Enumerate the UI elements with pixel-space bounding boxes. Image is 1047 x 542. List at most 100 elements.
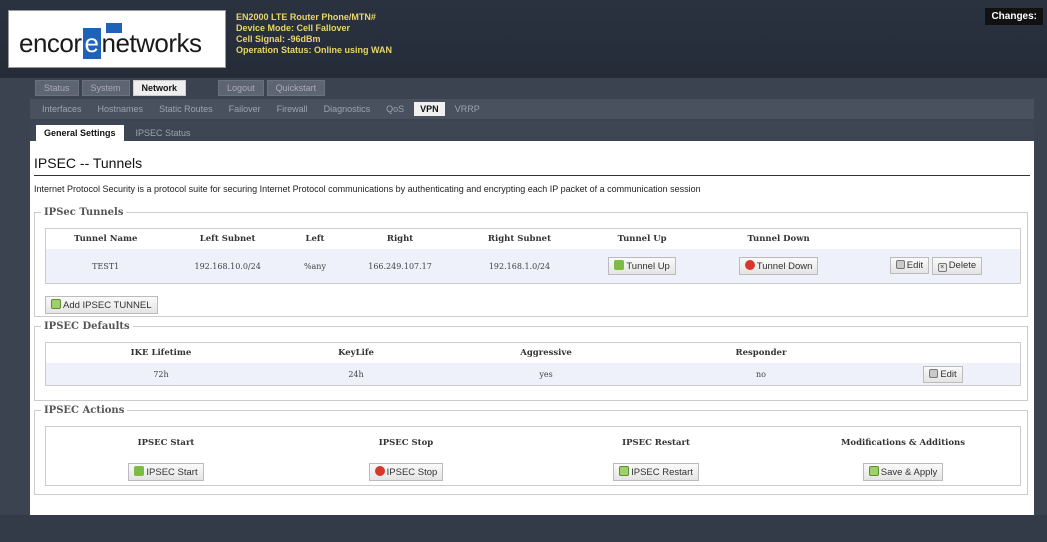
col-left: Left [305, 234, 325, 244]
delete-tunnel-button[interactable]: × Delete [931, 257, 983, 275]
table-header-row: IPSEC Start IPSEC Stop IPSEC Restart Mod… [46, 427, 1020, 459]
edit-label: Edit [906, 260, 924, 271]
subtab-qos[interactable]: QoS [380, 102, 410, 116]
table-row: IPSEC Start IPSEC Stop IPSEC Restart Sav… [46, 459, 1020, 485]
subtab-vrrp[interactable]: VRRP [449, 102, 486, 116]
tab-quickstart[interactable]: Quickstart [266, 80, 326, 96]
col-ipsec-start: IPSEC Start [137, 438, 195, 448]
ipsec-stop-button[interactable]: IPSEC Stop [368, 463, 444, 481]
tunnel-down-button[interactable]: Tunnel Down [738, 257, 819, 275]
col-tunnel-name: Tunnel Name [74, 234, 138, 244]
save-apply-button[interactable]: Save & Apply [862, 463, 944, 481]
ipsec-restart-button[interactable]: IPSEC Restart [613, 463, 699, 481]
tab-system[interactable]: System [81, 80, 130, 96]
tab-status[interactable]: Status [35, 80, 79, 96]
subtab-vpn[interactable]: VPN [414, 102, 445, 116]
start-icon [134, 466, 145, 476]
header-bar: encor e networks EN2000 LTE Router Phone/M… [0, 0, 1047, 78]
col-right: Right [386, 234, 414, 244]
tab-general-settings[interactable]: General Settings [36, 125, 124, 141]
tunnel-right-subnet: 192.168.1.0/24 [459, 249, 579, 283]
subtab-interfaces[interactable]: Interfaces [36, 102, 88, 116]
ipsec-start-label: IPSEC Start [146, 467, 198, 478]
tunnel-down-cell: Tunnel Down [705, 249, 852, 283]
logo-prefix: encor [19, 28, 82, 58]
subtab-firewall[interactable]: Firewall [271, 102, 314, 116]
col-modifications: Modifications & Additions [841, 438, 965, 448]
tunnel-up-label: Tunnel Up [626, 261, 670, 272]
tunnel-left-subnet: 192.168.10.0/24 [165, 249, 290, 283]
col-responder: Responder [735, 348, 787, 358]
ipsec-defaults-legend: IPSEC Defaults [44, 321, 130, 332]
logo-mark: e [82, 28, 101, 59]
title-divider [34, 175, 1030, 176]
device-model: EN2000 LTE Router Phone/MTN# [236, 12, 376, 22]
footer-strip [0, 515, 1047, 542]
ipsec-restart-cell: IPSEC Restart [526, 459, 786, 485]
logo: encor e networks [8, 10, 226, 68]
ipsec-defaults-section: IPSEC Defaults IKE Lifetime KeyLife Aggr… [34, 321, 1028, 401]
ipsec-tunnels-legend: IPSec Tunnels [44, 207, 124, 218]
subtab-hostnames[interactable]: Hostnames [92, 102, 150, 116]
table-header-row: IKE Lifetime KeyLife Aggressive Responde… [46, 343, 1020, 363]
page-description: Internet Protocol Security is a protocol… [34, 184, 701, 194]
device-info: EN2000 LTE Router Phone/MTN# Device Mode… [236, 12, 392, 56]
tunnel-up-button[interactable]: Tunnel Up [608, 257, 676, 275]
tab-spacer [189, 80, 215, 96]
tab-ipsec-status[interactable]: IPSEC Status [128, 125, 199, 141]
col-tunnel-down: Tunnel Down [747, 234, 810, 244]
tab-network[interactable]: Network [132, 80, 187, 96]
ipsec-start-button[interactable]: IPSEC Start [128, 463, 204, 481]
ipsec-restart-label: IPSEC Restart [631, 467, 693, 478]
edit-label: Edit [940, 368, 957, 380]
up-arrow-icon [614, 260, 625, 270]
subtab-failover[interactable]: Failover [223, 102, 267, 116]
table-row: TEST1 192.168.10.0/24 %any 166.249.107.1… [46, 249, 1020, 283]
add-icon [51, 299, 61, 309]
delete-icon: × [937, 263, 947, 272]
operation-status: Operation Status: Online using WAN [236, 45, 393, 55]
subtab-diagnostics[interactable]: Diagnostics [318, 102, 377, 116]
responder-value: no [656, 363, 866, 385]
defaults-table: IKE Lifetime KeyLife Aggressive Responde… [45, 342, 1021, 386]
col-aggressive: Aggressive [520, 348, 572, 358]
col-actions [852, 229, 1020, 249]
vpn-tabs: General Settings IPSEC Status [30, 121, 1034, 141]
col-tunnel-up: Tunnel Up [617, 234, 667, 244]
edit-icon [929, 368, 939, 378]
restart-icon [619, 466, 630, 476]
col-ipsec-stop: IPSEC Stop [378, 438, 434, 448]
network-subtabs: Interfaces Hostnames Static Routes Failo… [30, 99, 1034, 119]
subtab-static-routes[interactable]: Static Routes [153, 102, 219, 116]
edit-tunnel-button[interactable]: Edit [889, 257, 930, 274]
add-tunnel-label: Add IPSEC TUNNEL [63, 300, 152, 311]
ipsec-stop-label: IPSEC Stop [386, 467, 438, 478]
edit-defaults-button[interactable]: Edit [923, 365, 963, 383]
main-tabs: Status System Network Logout Quickstart [35, 80, 326, 96]
table-header-row: Tunnel Name Left Subnet Left Right Right… [46, 229, 1020, 249]
logo-text: encor e networks [19, 28, 202, 59]
keylife-value: 24h [276, 363, 436, 385]
edit-icon [895, 260, 905, 269]
defaults-edit-cell: Edit [866, 363, 1020, 385]
tunnel-name: TEST1 [46, 249, 166, 283]
save-icon [868, 466, 879, 476]
col-keylife: KeyLife [338, 348, 374, 358]
ipsec-tunnels-section: IPSec Tunnels Tunnel Name Left Subnet Le… [34, 207, 1028, 317]
col-left-subnet: Left Subnet [199, 234, 256, 244]
changes-indicator[interactable]: Changes: [985, 8, 1043, 25]
tab-logout[interactable]: Logout [218, 80, 264, 96]
ipsec-start-cell: IPSEC Start [46, 459, 286, 485]
aggressive-value: yes [436, 363, 656, 385]
table-row: 72h 24h yes no Edit [46, 363, 1020, 385]
content-panel: IPSEC -- Tunnels Internet Protocol Secur… [30, 141, 1034, 515]
tunnel-up-cell: Tunnel Up [578, 249, 706, 283]
ipsec-actions-section: IPSEC Actions IPSEC Start IPSEC Stop IPS… [34, 405, 1028, 495]
add-ipsec-tunnel-button[interactable]: Add IPSEC TUNNEL [45, 296, 158, 314]
logo-suffix: networks [101, 28, 203, 58]
stop-icon [744, 260, 755, 270]
col-defaults-actions [866, 343, 1020, 363]
ipsec-actions-legend: IPSEC Actions [44, 405, 125, 416]
col-right-subnet: Right Subnet [487, 234, 551, 244]
tunnel-actions-cell: Edit × Delete [851, 249, 1020, 283]
